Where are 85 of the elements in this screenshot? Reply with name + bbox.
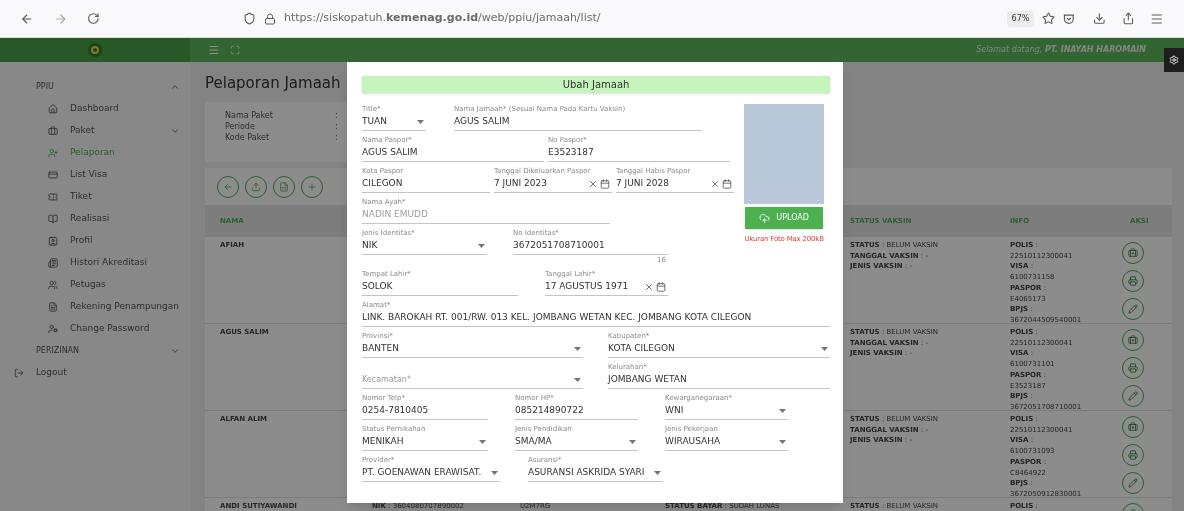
menu-icon[interactable] <box>208 44 220 56</box>
clear-icon[interactable] <box>710 178 720 189</box>
logo-icon[interactable] <box>87 42 103 58</box>
home-icon <box>48 104 58 114</box>
calendar-icon[interactable] <box>600 178 610 189</box>
sidebar-item[interactable]: Tiket <box>0 186 190 208</box>
fullscreen-icon[interactable] <box>230 45 240 55</box>
dropdown-caret-icon <box>654 470 661 475</box>
star-icon[interactable] <box>1042 12 1056 25</box>
dropdown-caret-icon <box>574 346 581 351</box>
welcome-text: Selamat datang, PT. INAYAH HAROMAIN <box>976 44 1146 56</box>
clear-icon[interactable] <box>588 178 598 189</box>
dropdown-caret-icon <box>779 439 786 444</box>
menu-icon[interactable] <box>1150 11 1164 26</box>
zoom-level[interactable]: 67% <box>1006 10 1035 27</box>
clear-icon[interactable] <box>644 281 654 292</box>
info-separator: : <box>335 109 338 122</box>
info-label: Kode Paket <box>225 131 271 144</box>
sidebar-item[interactable]: Profil <box>0 230 190 252</box>
plus-icon <box>307 181 317 192</box>
dropdown-caret-icon <box>629 439 636 444</box>
cloud-upload-icon <box>759 212 771 224</box>
arrow-left-icon <box>223 181 233 192</box>
sidebar-item[interactable]: Paket <box>0 120 190 142</box>
address-bar[interactable]: https://siskopatuh.kemenag.go.id/web/ppiu/jamaah/list/ 67% <box>234 4 1064 33</box>
upload-icon <box>251 181 261 192</box>
dialog-title: Ubah Jamaah <box>362 76 830 93</box>
printer-icon <box>1128 450 1138 460</box>
user-cog-icon <box>48 324 58 334</box>
info-label: Nama Paket <box>225 109 274 122</box>
pencil-icon <box>1128 304 1138 314</box>
medical-kit-icon <box>1128 422 1138 432</box>
share-icon[interactable] <box>1121 12 1135 25</box>
info-label: Periode <box>225 120 256 133</box>
pencil-icon <box>1128 391 1138 401</box>
dropdown-caret-icon <box>478 243 485 248</box>
settings-button[interactable] <box>1164 48 1184 72</box>
pencil-icon <box>1128 478 1138 488</box>
info-separator: : <box>335 120 338 133</box>
sidebar-item[interactable]: Realisasi <box>0 208 190 230</box>
medical-kit-icon <box>1128 248 1138 258</box>
page-title: Pelaporan Jamaah <box>205 73 341 94</box>
spreadsheet-icon <box>279 181 289 192</box>
pocket-icon[interactable] <box>1063 12 1076 25</box>
ticket-icon <box>48 192 58 202</box>
calendar-icon[interactable] <box>722 178 732 189</box>
dropdown-caret-icon <box>821 346 828 351</box>
chevron-down-icon <box>170 126 180 136</box>
briefcase-icon <box>48 126 58 136</box>
reload-icon[interactable] <box>87 12 100 25</box>
lock-icon <box>263 12 276 25</box>
calendar-icon[interactable] <box>656 281 666 292</box>
dropdown-caret-icon <box>574 377 581 382</box>
newspaper-icon <box>48 258 58 268</box>
forward-icon[interactable] <box>53 11 68 26</box>
logout-link[interactable]: Logout <box>0 362 190 384</box>
sidebar-item[interactable]: List Visa <box>0 164 190 186</box>
download-icon[interactable] <box>1093 12 1106 25</box>
printer-icon <box>1128 276 1138 286</box>
sidebar-item[interactable]: Histori Akreditasi <box>0 252 190 274</box>
document-icon <box>48 302 58 312</box>
dropdown-caret-icon <box>479 439 486 444</box>
contact-icon <box>48 236 58 246</box>
chevron-up-icon <box>170 82 180 92</box>
sidebar-item[interactable]: Petugas <box>0 274 190 296</box>
back-icon[interactable] <box>20 11 34 26</box>
printer-icon <box>1128 363 1138 373</box>
medical-kit-icon <box>1128 335 1138 345</box>
sidebar-item[interactable]: Dashboard <box>0 98 190 120</box>
sidebar-item[interactable]: Rekening Penampungan <box>0 296 190 318</box>
book-icon <box>48 214 58 224</box>
dropdown-caret-icon <box>779 408 786 413</box>
dropdown-caret-icon <box>417 119 424 124</box>
sidebar-section[interactable]: PERIZINAN <box>0 340 190 362</box>
user-plus-icon <box>48 148 58 158</box>
sidebar-section[interactable]: PPIU <box>0 76 190 98</box>
dropdown-caret-icon <box>491 470 498 475</box>
sidebar-item[interactable]: Change Password <box>0 318 190 340</box>
card-icon <box>48 170 58 180</box>
chevron-down-icon <box>170 346 180 356</box>
shield-icon <box>242 12 256 25</box>
users-icon <box>48 280 58 290</box>
logout-icon <box>14 368 24 378</box>
settings-icon <box>1169 55 1179 65</box>
info-separator: : <box>335 131 338 144</box>
